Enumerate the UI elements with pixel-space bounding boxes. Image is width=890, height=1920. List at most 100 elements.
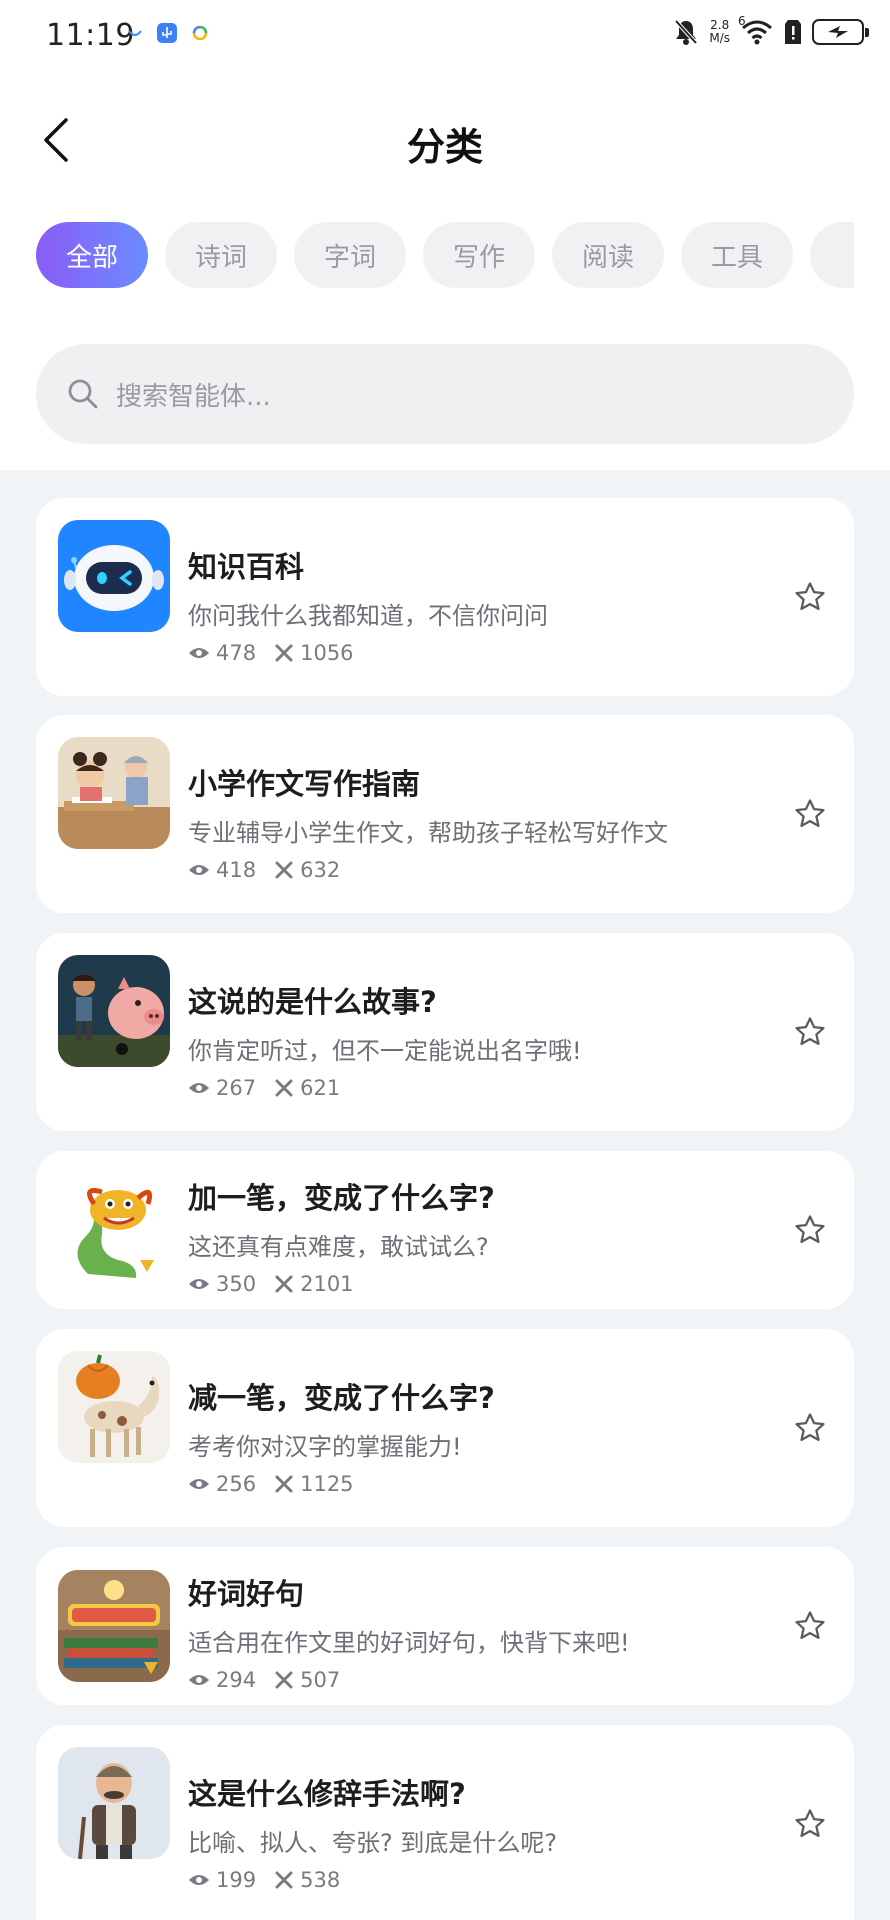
usb-icon <box>157 23 177 43</box>
crossed-tools-icon <box>275 1671 293 1689</box>
agent-stats: 478 1056 <box>188 641 734 665</box>
view-count-value: 256 <box>216 1472 257 1496</box>
status-left-icons <box>128 22 208 44</box>
agent-card-text: 小学作文写作指南 专业辅导小学生作文，帮助孩子轻松写好作文 418 632 <box>188 761 734 882</box>
wifi-badge: 6 <box>738 14 746 28</box>
view-count-value: 418 <box>216 858 257 882</box>
agent-description: 专业辅导小学生作文，帮助孩子轻松写好作文 <box>188 819 668 847</box>
status-time: 11:19 <box>46 18 135 53</box>
agent-stats: 199 538 <box>188 1868 734 1892</box>
agent-title: 好词好句 <box>188 1577 305 1611</box>
tab-poetry[interactable]: 诗词 <box>165 222 277 288</box>
use-count-value: 538 <box>300 1868 341 1892</box>
view-count: 294 <box>188 1668 256 1692</box>
agent-title: 减一笔，变成了什么字? <box>188 1381 495 1415</box>
eye-icon <box>189 1279 209 1289</box>
favorite-button[interactable] <box>788 1010 832 1054</box>
use-count: 1125 <box>274 1472 354 1496</box>
use-count: 1056 <box>274 641 354 665</box>
agent-card[interactable]: 好词好句 适合用在作文里的好词好句，快背下来吧! 294 507 <box>36 1547 854 1705</box>
battery-indicator <box>812 19 869 45</box>
use-count: 621 <box>274 1076 340 1100</box>
view-count-value: 350 <box>216 1272 257 1296</box>
page-header: 分类 <box>0 100 890 180</box>
view-count-value: 267 <box>216 1076 257 1100</box>
favorite-button[interactable] <box>788 1604 832 1648</box>
favorite-button[interactable] <box>788 1802 832 1846</box>
crossed-tools-icon <box>275 1871 293 1889</box>
alert-sim-icon <box>785 20 801 44</box>
agent-description: 你问我什么我都知道，不信你问问 <box>188 602 548 630</box>
tab-winter[interactable]: 寒 <box>810 222 854 288</box>
agent-title: 小学作文写作指南 <box>188 767 421 801</box>
horse-pumpkin-illustration <box>58 1351 170 1463</box>
agent-description: 适合用在作文里的好词好句，快背下来吧! <box>188 1629 630 1657</box>
agent-card[interactable]: 这是什么修辞手法啊? 比喻、拟人、夸张? 到底是什么呢? 199 538 <box>36 1725 854 1920</box>
agent-stats: 256 1125 <box>188 1472 734 1496</box>
use-count-value: 1056 <box>300 641 354 665</box>
agent-card[interactable]: 这说的是什么故事? 你肯定听过，但不一定能说出名字哦! 267 621 <box>36 933 854 1131</box>
agent-stats: 418 632 <box>188 858 734 882</box>
agent-card[interactable]: 减一笔，变成了什么字? 考考你对汉字的掌握能力! 256 1125 <box>36 1329 854 1527</box>
favorite-button[interactable] <box>788 1208 832 1252</box>
eye-icon <box>189 1875 209 1885</box>
network-speed: 2.8 M/s <box>709 19 730 45</box>
favorite-button[interactable] <box>788 792 832 836</box>
agent-card[interactable]: 加一笔，变成了什么字? 这还真有点难度，敢试试么? 350 2101 <box>36 1151 854 1309</box>
network-speed-unit: M/s <box>709 31 730 45</box>
use-count: 2101 <box>274 1272 354 1296</box>
tab-all[interactable]: 全部 <box>36 222 148 288</box>
use-count-value: 621 <box>300 1076 341 1100</box>
star-icon <box>795 582 825 611</box>
view-count: 199 <box>188 1868 256 1892</box>
agent-card[interactable]: 知识百科 你问我什么我都知道，不信你问问 478 1056 <box>36 498 854 696</box>
agent-card[interactable]: 小学作文写作指南 专业辅导小学生作文，帮助孩子轻松写好作文 418 632 <box>36 715 854 913</box>
use-count: 632 <box>274 858 340 882</box>
favorite-button[interactable] <box>788 575 832 619</box>
boy-and-pig-illustration <box>58 955 170 1067</box>
agent-card-text: 加一笔，变成了什么字? 这还真有点难度，敢试试么? 350 2101 <box>188 1175 734 1296</box>
search-icon <box>68 379 98 409</box>
agent-description: 比喻、拟人、夸张? 到底是什么呢? <box>188 1829 558 1857</box>
old-man-illustration <box>58 1747 170 1859</box>
star-icon <box>795 1215 825 1244</box>
star-icon <box>795 1611 825 1640</box>
agent-description: 考考你对汉字的掌握能力! <box>188 1433 462 1461</box>
use-count: 538 <box>274 1868 340 1892</box>
agent-description: 你肯定听过，但不一定能说出名字哦! <box>188 1037 582 1065</box>
star-icon <box>795 1809 825 1838</box>
agent-list: 知识百科 你问我什么我都知道，不信你问问 478 1056 小学作文写作指南 专… <box>0 470 890 1920</box>
view-count-value: 478 <box>216 641 257 665</box>
tab-tools[interactable]: 工具 <box>681 222 793 288</box>
page-title: 分类 <box>406 125 483 169</box>
app-screen: 11:19 2.8 M/s 6 分类 全部 诗词 字词 写作 阅读 工具 搜索智… <box>0 0 890 1920</box>
star-icon <box>795 799 825 828</box>
agent-title: 这是什么修辞手法啊? <box>188 1777 466 1811</box>
dragon-illustration <box>58 1174 170 1286</box>
category-tabs[interactable]: 全部诗词字词写作阅读工具寒 <box>36 222 854 290</box>
search-input[interactable]: 搜索智能体... <box>36 344 854 444</box>
agent-card-text: 知识百科 你问我什么我都知道，不信你问问 478 1056 <box>188 544 734 665</box>
status-bar: 11:19 2.8 M/s 6 <box>0 0 890 72</box>
use-count-value: 2101 <box>300 1272 354 1296</box>
classroom-illustration <box>58 737 170 849</box>
crossed-tools-icon <box>275 1079 293 1097</box>
agent-title: 加一笔，变成了什么字? <box>188 1181 495 1215</box>
tab-words[interactable]: 字词 <box>294 222 406 288</box>
star-icon <box>795 1017 825 1046</box>
eye-icon <box>189 865 209 875</box>
eye-icon <box>189 1083 209 1093</box>
tab-reading[interactable]: 阅读 <box>552 222 664 288</box>
use-count-value: 1125 <box>300 1472 354 1496</box>
tab-writing[interactable]: 写作 <box>423 222 535 288</box>
agent-description: 这还真有点难度，敢试试么? <box>188 1233 489 1261</box>
crossed-tools-icon <box>275 861 293 879</box>
use-count-value: 507 <box>300 1668 341 1692</box>
agent-card-text: 这说的是什么故事? 你肯定听过，但不一定能说出名字哦! 267 621 <box>188 979 734 1100</box>
agent-card-text: 好词好句 适合用在作文里的好词好句，快背下来吧! 294 507 <box>188 1571 734 1692</box>
favorite-button[interactable] <box>788 1406 832 1450</box>
crossed-tools-icon <box>275 1275 293 1293</box>
eye-icon <box>189 648 209 658</box>
robot-icon <box>58 520 170 632</box>
wave-icon <box>128 30 142 36</box>
